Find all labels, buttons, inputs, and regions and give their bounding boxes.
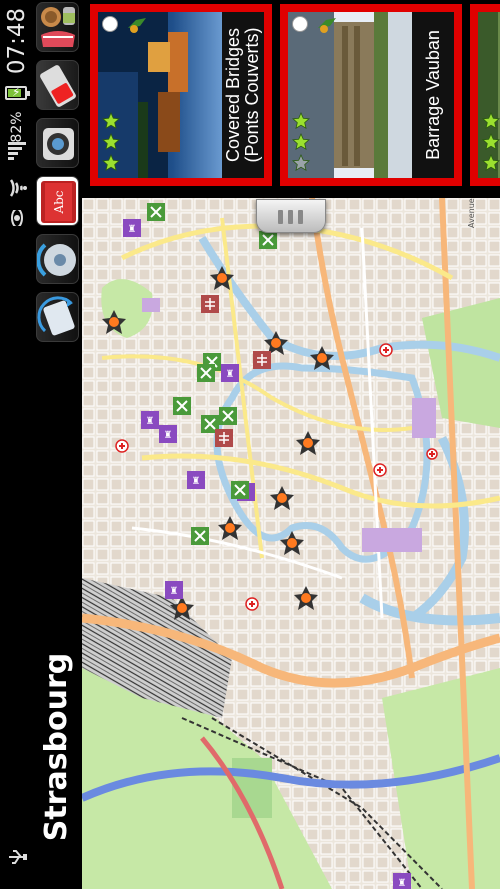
attraction-card[interactable] [470,4,500,186]
dictionary-app-icon[interactable]: Abc [36,176,79,226]
museum-purple-icon[interactable]: ♜ [123,219,141,237]
city-map[interactable]: Avenue de la Paix ♜ ♜ ♜ ♜ ♜ ♜ ♜ ♜ [82,198,500,889]
museum-purple-icon[interactable]: ♜ [393,873,411,889]
attraction-photo [288,12,412,178]
restaurant-green-icon[interactable] [219,407,237,425]
rotate-app-icon[interactable] [36,292,79,342]
rating-stars [482,109,500,172]
status-bar: 07:48 ⚡ 82% [0,0,34,889]
restaurant-green-icon[interactable] [197,364,215,382]
app-title: Strasbourg [39,652,74,842]
battery-charging-icon: ⚡ [5,85,30,100]
restaurant-green-icon[interactable] [147,203,165,221]
attraction-carousel[interactable]: Covered Bridges (Ponts Couverts) Barrage… [82,0,500,198]
rating-stars [102,109,122,172]
title-bar: Strasbourg [34,400,82,889]
map-canvas[interactable]: Avenue de la Paix ♜ ♜ ♜ ♜ ♜ ♜ ♜ ♜ [82,198,500,889]
shop-red-icon[interactable] [215,429,233,447]
bird-mascot-icon [128,18,146,33]
status-time: 07:48 [4,7,30,75]
food-app-icon[interactable] [36,2,79,52]
battery-percent: 82% [9,111,25,143]
signal-icon [8,142,26,160]
camera-app-icon[interactable] [36,118,79,168]
restaurant-green-icon[interactable] [259,231,277,249]
usb-icon [9,850,27,864]
bird-mascot-icon [318,18,336,33]
attraction-name: Covered Bridges (Ponts Couverts) [223,27,262,163]
svg-text:Abc: Abc [52,190,66,214]
svg-text:♜: ♜ [146,416,155,427]
hospital-cross-icon[interactable] [245,597,259,611]
wifi-icon [9,179,27,197]
battery-app-icon[interactable] [36,60,79,110]
hospital-cross-icon[interactable] [115,439,129,453]
museum-purple-icon[interactable]: ♜ [159,425,177,443]
hospital-cross-icon[interactable] [379,343,393,357]
svg-text:♜: ♜ [128,224,137,235]
star-filled-icon [102,133,120,151]
attraction-card[interactable]: Covered Bridges (Ponts Couverts) [90,4,272,186]
street-label: Avenue de la Paix [467,198,476,228]
star-filled-icon [482,154,500,172]
attraction-photo [98,12,222,178]
hospital-cross-icon[interactable] [426,448,438,460]
star-empty-icon [292,154,310,172]
restaurant-green-icon[interactable] [191,527,209,545]
restaurant-green-icon[interactable] [231,481,249,499]
compass-icon [292,16,308,32]
star-filled-icon [482,133,500,151]
star-filled-icon [292,112,310,130]
star-filled-icon [292,133,310,151]
shop-red-icon[interactable] [201,295,219,313]
shop-red-icon[interactable] [253,351,271,369]
compass-icon [102,16,118,32]
museum-purple-icon[interactable]: ♜ [165,581,183,599]
restaurant-green-icon[interactable] [173,397,191,415]
drawer-handle[interactable] [256,199,326,233]
hospital-cross-icon[interactable] [373,463,387,477]
svg-text:♜: ♜ [398,878,407,889]
charging-bolt-icon: ⚡ [12,85,21,99]
eye-icon [11,210,23,226]
svg-text:♜: ♜ [164,430,173,441]
svg-text:♜: ♜ [226,369,235,380]
star-filled-icon [482,112,500,130]
svg-text:♜: ♜ [192,476,201,487]
attraction-photo [478,12,500,178]
museum-purple-icon[interactable]: ♜ [141,411,159,429]
star-filled-icon [102,112,120,130]
museum-purple-icon[interactable]: ♜ [221,364,239,382]
app-shortcut-bar: Abc [34,0,82,400]
attraction-card[interactable]: Barrage Vauban [280,4,462,186]
attraction-label: Barrage Vauban [412,12,454,178]
media-app-icon[interactable] [36,234,79,284]
rating-stars [292,109,312,172]
attraction-name: Barrage Vauban [422,30,443,160]
museum-purple-icon[interactable]: ♜ [187,471,205,489]
attraction-label: Covered Bridges (Ponts Couverts) [222,12,264,178]
star-filled-icon [102,154,120,172]
svg-text:♜: ♜ [170,586,179,597]
